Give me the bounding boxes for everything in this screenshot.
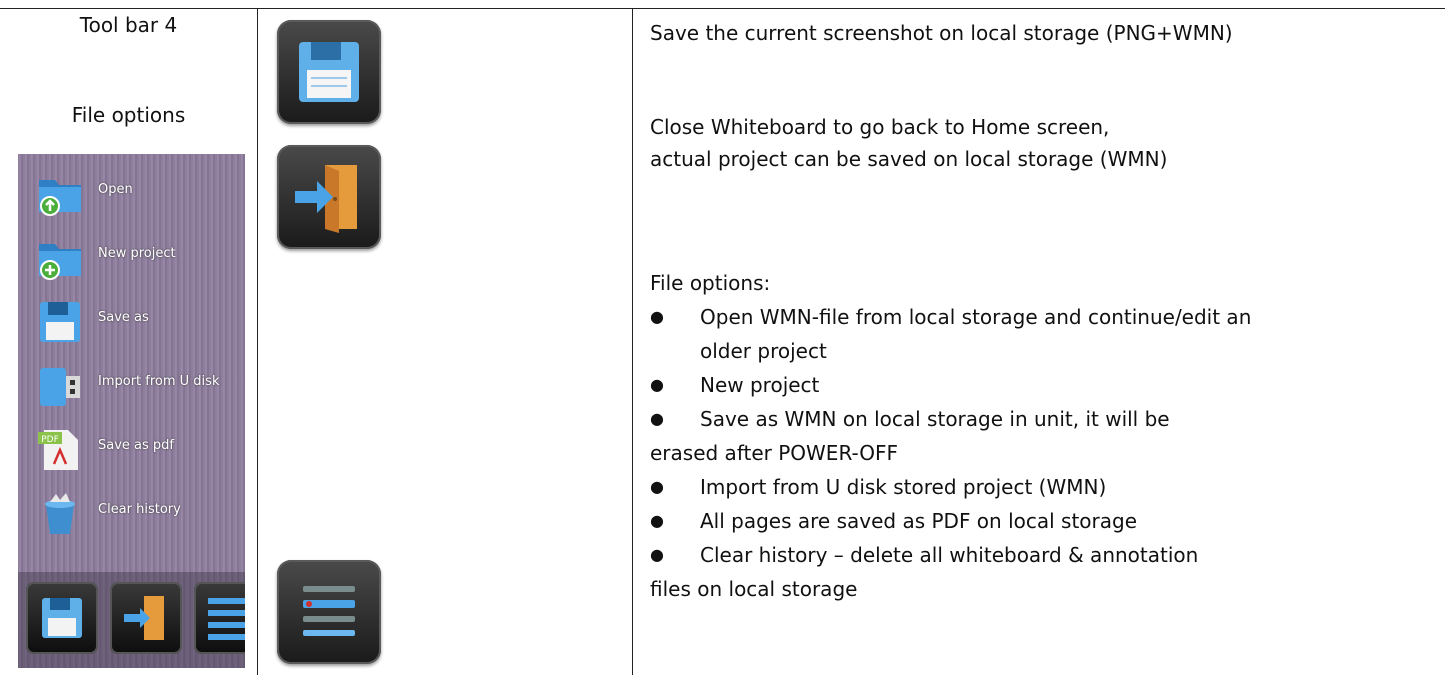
pdf-file-icon: PDF (38, 430, 78, 470)
menu-label-open: Open (98, 182, 133, 197)
bullet-new-project: New project (650, 368, 1430, 402)
folder-open-icon (39, 180, 81, 216)
dock-close-button[interactable] (110, 582, 182, 654)
menu-item-import[interactable]: Import from U disk (18, 356, 245, 420)
file-options-title: File options (71, 103, 186, 127)
floppy-disk-icon (299, 42, 359, 102)
folder-new-icon (39, 244, 81, 280)
device-menu-screenshot: Open New project Save as Import from U d… (18, 154, 245, 668)
device-dock (18, 572, 245, 668)
close-description-line2: actual project can be saved on local sto… (650, 147, 1168, 171)
bullet-clear-line2: files on local storage (650, 577, 858, 601)
floppy-disk-icon (42, 598, 82, 638)
menu-item-clear-history[interactable]: Clear history (18, 484, 245, 548)
table-top-border (0, 8, 1445, 9)
bullet-import: Import from U disk stored project (WMN) (650, 470, 1430, 504)
close-description-line1: Close Whiteboard to go back to Home scre… (650, 115, 1110, 139)
menu-list-icon (208, 598, 245, 640)
exit-door-icon (295, 165, 357, 233)
bullet-clear-line1: Clear history – delete all whiteboard & … (650, 538, 1430, 572)
svg-text:PDF: PDF (41, 435, 59, 445)
bullet-open-line2: older project (700, 339, 827, 363)
floppy-disk-icon (40, 302, 80, 342)
menu-list-icon (303, 586, 355, 636)
menu-item-new-project[interactable]: New project (18, 228, 245, 292)
menu-item-save-as-pdf[interactable]: PDF Save as pdf (18, 420, 245, 484)
recycle-bin-icon (45, 493, 75, 534)
file-options-heading: File options: (650, 271, 771, 295)
column-divider-2 (632, 8, 633, 675)
menu-label-import: Import from U disk (98, 374, 220, 389)
bullet-pdf: All pages are saved as PDF on local stor… (650, 504, 1430, 538)
column-divider-1 (257, 8, 258, 675)
dock-save-button[interactable] (26, 582, 98, 654)
menu-item-save-as[interactable]: Save as (18, 292, 245, 356)
menu-label-save-as-pdf: Save as pdf (98, 438, 174, 453)
menu-label-save-as: Save as (98, 310, 149, 325)
bullet-save-as-line1: Save as WMN on local storage in unit, it… (650, 402, 1430, 436)
save-description: Save the current screenshot on local sto… (650, 21, 1233, 45)
menu-item-open[interactable]: Open (18, 164, 245, 228)
dock-menu-button[interactable] (194, 582, 245, 654)
exit-door-icon (124, 596, 164, 640)
save-button[interactable] (277, 20, 381, 124)
close-whiteboard-button[interactable] (277, 145, 381, 249)
menu-label-clear-history: Clear history (98, 502, 181, 517)
bullet-save-as-line2: erased after POWER-OFF (650, 441, 899, 465)
file-options-list: File options: Open WMN-file from local s… (650, 266, 1430, 606)
usb-drive-icon (40, 368, 80, 406)
bullet-open-line1: Open WMN-file from local storage and con… (650, 300, 1430, 334)
toolbar-title: Tool bar 4 (79, 13, 178, 37)
menu-label-new-project: New project (98, 246, 176, 261)
file-options-menu-button[interactable] (277, 560, 381, 664)
